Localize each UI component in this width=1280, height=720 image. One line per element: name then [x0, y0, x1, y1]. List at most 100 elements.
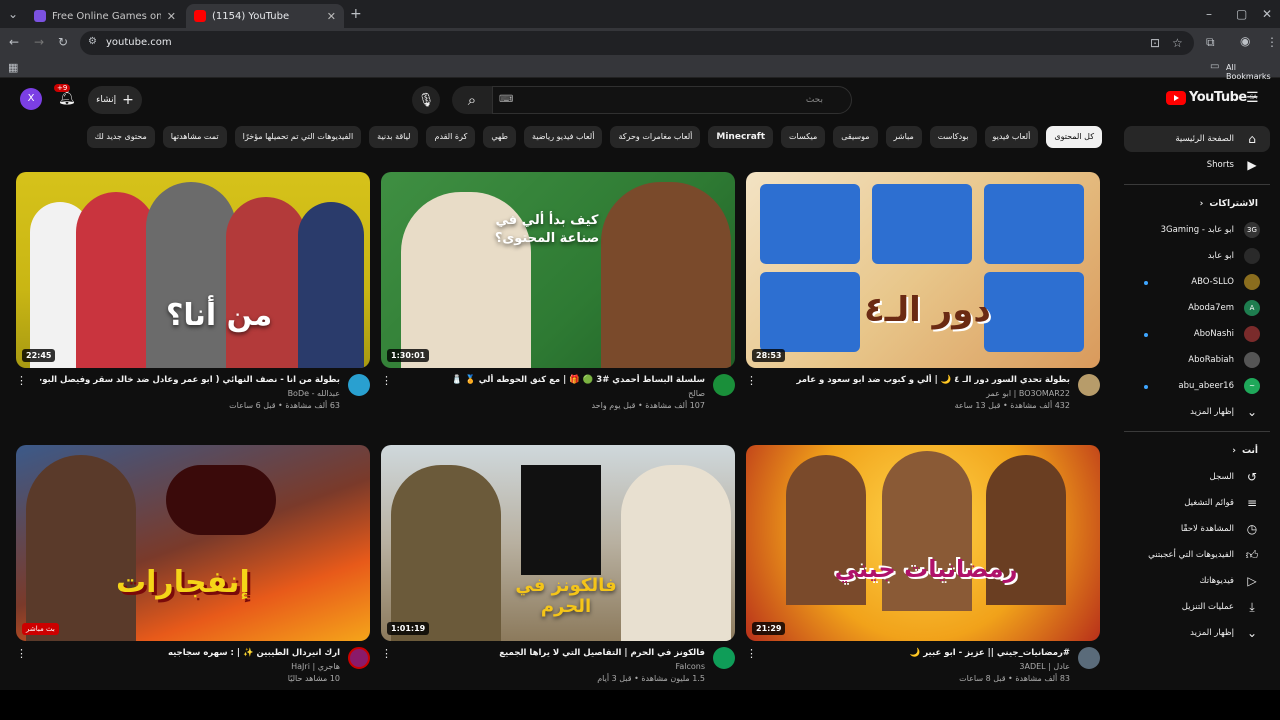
video-thumbnail[interactable]: كيف بدأ ألي في صناعة المحتوى؟ 1:30:01	[381, 172, 735, 368]
video-card[interactable]: رمضانيات جيني 21:29 #رمضانيات_جيني || عز…	[746, 445, 1100, 687]
sidebar-item-downloads[interactable]: ⤓ عمليات التنزيل	[1124, 594, 1270, 620]
keyboard-icon[interactable]: ⌨	[499, 87, 513, 113]
channel-name[interactable]: عادل | 3ADEL	[1019, 662, 1070, 671]
chip[interactable]: الفيديوهات التي تم تحميلها مؤخرًا	[234, 126, 362, 148]
chip[interactable]: ألعاب فيديو	[984, 126, 1039, 148]
channel-name[interactable]: BO3OMAR22 | ابو عمر	[986, 389, 1070, 398]
channel-avatar[interactable]	[713, 647, 735, 669]
sidebar-sub-item[interactable]: AboRabiah	[1124, 347, 1270, 373]
all-bookmarks-label[interactable]: All Bookmarks	[1226, 63, 1280, 81]
sidebar-item-watch-later[interactable]: ◷ المشاهدة لاحقًا	[1124, 516, 1270, 542]
install-app-icon[interactable]: ⊡	[1150, 37, 1160, 49]
close-window-icon[interactable]: ✕	[1262, 8, 1272, 20]
chip[interactable]: ألعاب مغامرات وحركة	[610, 126, 701, 148]
show-more-button[interactable]: ⌄ إظهار المزيد	[1124, 620, 1270, 646]
sidebar-sub-item[interactable]: ابو عابد	[1124, 243, 1270, 269]
video-title[interactable]: سلسلة البساط أحمدي #3 🟢 🎁 | مع كنق الحوط…	[405, 374, 705, 386]
voice-search-icon[interactable]: 🎙︎	[412, 86, 440, 114]
notifications-bell-icon[interactable]: 🔔︎ +9	[54, 84, 76, 106]
apps-icon[interactable]: ▦	[8, 62, 18, 73]
chip[interactable]: طهي	[483, 126, 517, 148]
tab-crazygames[interactable]: Free Online Games on CrazyGa ✕	[26, 4, 184, 28]
chip[interactable]: لياقة بدنية	[369, 126, 419, 148]
video-thumbnail[interactable]: دور الـ٤ 28:53	[746, 172, 1100, 368]
you-header[interactable]: أنت ‹	[1124, 438, 1270, 464]
chip[interactable]: بودكاست	[929, 126, 977, 148]
more-options-icon[interactable]: ⋮	[381, 647, 392, 660]
channel-name[interactable]: هاجري | HaJri	[291, 662, 340, 671]
chip[interactable]: ألعاب فيديو رياضية	[524, 126, 603, 148]
back-icon[interactable]: ←	[9, 36, 19, 48]
video-card[interactable]: كيف بدأ ألي في صناعة المحتوى؟ 1:30:01 سل…	[381, 172, 735, 414]
more-options-icon[interactable]: ⋮	[381, 374, 392, 387]
more-options-icon[interactable]: ⋮	[16, 374, 27, 387]
sidebar-item-liked[interactable]: 👍︎ الفيديوهات التي أعجبتني	[1124, 542, 1270, 568]
create-button[interactable]: إنشاء +	[88, 86, 142, 114]
channel-avatar[interactable]	[1078, 647, 1100, 669]
video-thumbnail[interactable]: فالكونز في الحرم 1:01:19	[381, 445, 735, 641]
channel-avatar[interactable]	[348, 647, 370, 669]
tab-youtube[interactable]: (1154) YouTube ✕	[186, 4, 344, 28]
video-card[interactable]: إنفجارات بث مباشر ارك انيردال الطيبين ✨ …	[16, 445, 370, 687]
tab-search-icon[interactable]: ⌄	[8, 8, 18, 20]
video-title[interactable]: ارك انيردال الطيبين ✨ | : سهره سجاجيه	[40, 647, 340, 659]
video-thumbnail[interactable]: رمضانيات جيني 21:29	[746, 445, 1100, 641]
minimize-icon[interactable]: –	[1206, 8, 1212, 20]
sidebar-sub-item[interactable]: A Aboda7em	[1124, 295, 1270, 321]
reload-icon[interactable]: ↻	[58, 36, 68, 48]
new-tab-icon[interactable]: +	[350, 7, 362, 21]
video-title[interactable]: بطولة تحدي السور دور الـ ٤ 🌙 | ألي و كبو…	[770, 374, 1071, 386]
bookmark-star-icon[interactable]: ☆	[1172, 37, 1183, 49]
chip[interactable]: Minecraft	[708, 126, 774, 148]
chrome-menu-icon[interactable]: ⋮	[1266, 36, 1278, 48]
channel-avatar[interactable]	[713, 374, 735, 396]
video-card[interactable]: دور الـ٤ 28:53 بطولة تحدي السور دور الـ …	[746, 172, 1100, 414]
account-avatar[interactable]: X	[20, 88, 42, 110]
channel-avatar[interactable]	[1078, 374, 1100, 396]
site-info-icon[interactable]: ⚙	[88, 37, 97, 47]
extensions-icon[interactable]: ⧉	[1206, 36, 1215, 48]
channel-name[interactable]: عبدالله - BoDe	[288, 389, 340, 398]
video-title[interactable]: فالكونز في الحرم | التفاصيل التي لا يراه…	[405, 647, 705, 659]
video-thumbnail[interactable]: إنفجارات بث مباشر	[16, 445, 370, 641]
more-options-icon[interactable]: ⋮	[746, 374, 757, 387]
chip[interactable]: مباشر	[885, 126, 922, 148]
sidebar-item-shorts[interactable]: ▶ Shorts	[1124, 152, 1270, 178]
show-more-button[interactable]: ⌄ إظهار المزيد	[1124, 399, 1270, 425]
video-thumbnail[interactable]: من أنا؟ 22:45	[16, 172, 370, 368]
close-tab-icon[interactable]: ✕	[167, 10, 176, 23]
video-title[interactable]: بطولة من انا - نصف النهائي ( ابو عمر وعا…	[40, 374, 340, 386]
forward-icon[interactable]: →	[34, 36, 44, 48]
channel-name[interactable]: صالح	[688, 389, 705, 398]
chip[interactable]: تمت مشاهدتها	[162, 126, 227, 148]
search-input[interactable]: بحث ⌨	[492, 86, 852, 114]
channel-name[interactable]: Falcons	[675, 662, 705, 671]
sidebar-item-home[interactable]: ⌂ الصفحة الرئيسية	[1124, 126, 1270, 152]
sidebar-item-history[interactable]: ↺ السجل	[1124, 464, 1270, 490]
video-card[interactable]: من أنا؟ 22:45 بطولة من انا - نصف النهائي…	[16, 172, 370, 414]
sidebar-sub-item[interactable]: 3G ابو عابد - 3Gaming	[1124, 217, 1270, 243]
video-title[interactable]: #رمضانيات_جيني || عزيز - ابو عبير 🌙	[770, 647, 1070, 659]
url-field[interactable]: ⚙ youtube.com ⊡ ☆	[80, 31, 1194, 55]
guide-menu-icon[interactable]: ☰	[1246, 90, 1259, 106]
subscriptions-header[interactable]: الاشتراكات ‹	[1124, 191, 1270, 217]
chip[interactable]: محتوى جديد لك	[86, 126, 155, 148]
chip-all[interactable]: كل المحتوى	[1046, 126, 1102, 148]
chip[interactable]: ميكسات	[781, 126, 826, 148]
chip[interactable]: موسيقى	[833, 126, 878, 148]
sidebar-item-your-videos[interactable]: ▷ فيديوهاتك	[1124, 568, 1270, 594]
maximize-icon[interactable]: ▢	[1236, 8, 1247, 20]
chip[interactable]: كرة القدم	[426, 126, 476, 148]
close-tab-icon[interactable]: ✕	[327, 10, 336, 23]
search-button[interactable]: ⌕	[452, 86, 492, 114]
video-card[interactable]: فالكونز في الحرم 1:01:19 فالكونز في الحر…	[381, 445, 735, 687]
sidebar-sub-item[interactable]: AboNashi	[1124, 321, 1270, 347]
sidebar-sub-item[interactable]: ~ abu_abeer16	[1124, 373, 1270, 399]
youtube-logo[interactable]: YouTube SA	[1166, 90, 1257, 105]
sidebar-item-playlists[interactable]: ≡ قوائم التشغيل	[1124, 490, 1270, 516]
profile-icon[interactable]: ◉	[1240, 35, 1250, 47]
channel-avatar[interactable]	[348, 374, 370, 396]
more-options-icon[interactable]: ⋮	[16, 647, 27, 660]
sidebar-sub-item[interactable]: ABO-SLLO	[1124, 269, 1270, 295]
more-options-icon[interactable]: ⋮	[746, 647, 757, 660]
